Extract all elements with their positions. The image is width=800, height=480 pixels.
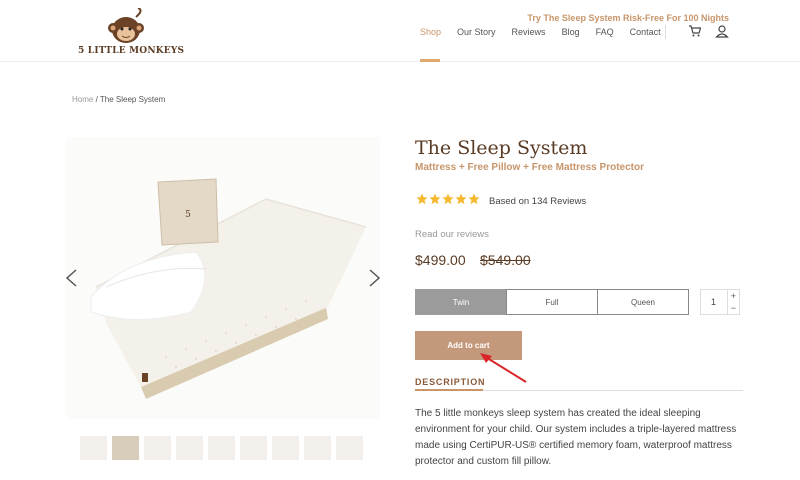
read-reviews-link[interactable]: Read our reviews [415,229,489,240]
quantity-increase-button[interactable]: + [731,291,736,301]
active-nav-indicator [420,59,440,62]
size-option-full[interactable]: Full [506,289,598,315]
product-title: The Sleep System [415,137,588,159]
star-icon [429,193,441,205]
quantity-decrease-button[interactable]: − [731,303,736,313]
breadcrumb: Home / The Sleep System [72,95,165,104]
nav-blog[interactable]: Blog [562,27,580,37]
size-option-queen[interactable]: Queen [597,289,689,315]
thumbnail[interactable] [272,436,299,460]
thumbnail[interactable] [304,436,331,460]
main-nav: Shop Our Story Reviews Blog FAQ Contact [420,27,677,37]
breadcrumb-current: The Sleep System [99,95,166,104]
chevron-left-icon[interactable] [64,268,80,288]
thumbnail[interactable] [144,436,171,460]
user-icon[interactable] [715,24,729,38]
chevron-right-icon[interactable] [366,268,382,288]
star-icon [455,193,467,205]
thumbnail[interactable] [112,436,139,460]
svg-text:5: 5 [185,210,191,220]
nav-reviews[interactable]: Reviews [512,27,546,37]
nav-our-story[interactable]: Our Story [457,27,496,37]
current-price: $499.00 [415,252,466,268]
size-option-twin[interactable]: Twin [415,289,507,315]
product-main-image[interactable]: 5 [66,137,380,419]
thumbnail[interactable] [336,436,363,460]
review-count[interactable]: Based on 134 Reviews [489,196,586,207]
product-description: The 5 little monkeys sleep system has cr… [415,408,737,467]
mattress-illustration: 5 [66,137,380,419]
thumbnail[interactable] [80,436,107,460]
active-tab-indicator [415,389,483,391]
quantity-input[interactable]: 1 [711,297,716,307]
star-icon [442,193,454,205]
nav-shop[interactable]: Shop [420,27,441,37]
promo-banner[interactable]: Try The Sleep System Risk-Free For 100 N… [527,13,729,23]
star-icon [468,193,480,205]
quantity-stepper: 1 + − [700,289,740,315]
tab-description[interactable]: DESCRIPTION [415,377,485,387]
nav-faq[interactable]: FAQ [596,27,614,37]
nav-divider [665,25,666,39]
thumbnail-strip [80,436,363,460]
rating-stars[interactable] [416,193,480,205]
thumbnail[interactable] [240,436,267,460]
thumbnail[interactable] [208,436,235,460]
site-header: 5 LITTLE MONKEYS Try The Sleep System Ri… [0,0,800,62]
stepper-divider [727,290,728,314]
breadcrumb-home[interactable]: Home [72,95,93,104]
annotation-arrow [480,353,527,383]
size-selector: Twin Full Queen [415,289,689,315]
star-icon [416,193,428,205]
nav-contact[interactable]: Contact [630,27,661,37]
thumbnail[interactable] [176,436,203,460]
original-price: $549.00 [480,252,531,268]
product-subtitle: Mattress + Free Pillow + Free Mattress P… [415,162,644,173]
cart-icon[interactable] [688,24,702,38]
brand-name: 5 LITTLE MONKEYS [78,46,185,56]
